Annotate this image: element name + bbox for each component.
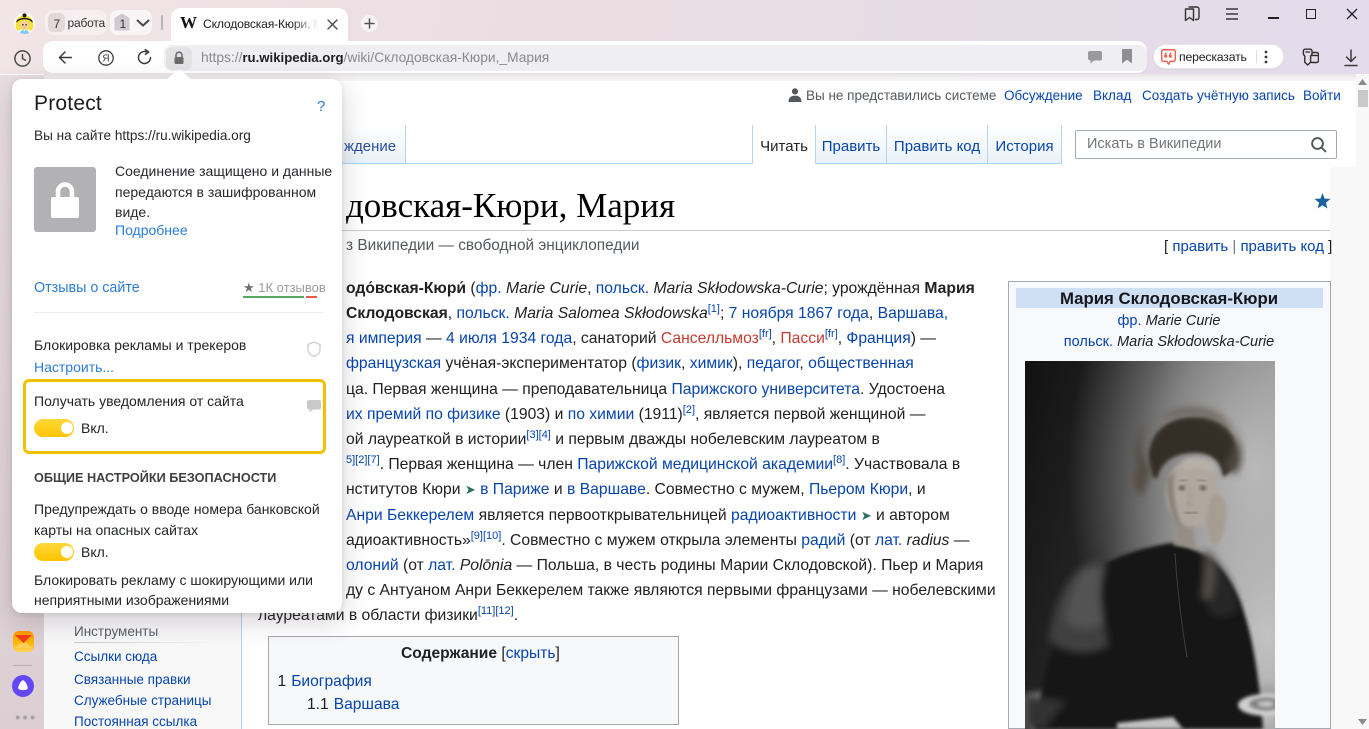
svg-text:Я: Я [102,53,109,64]
